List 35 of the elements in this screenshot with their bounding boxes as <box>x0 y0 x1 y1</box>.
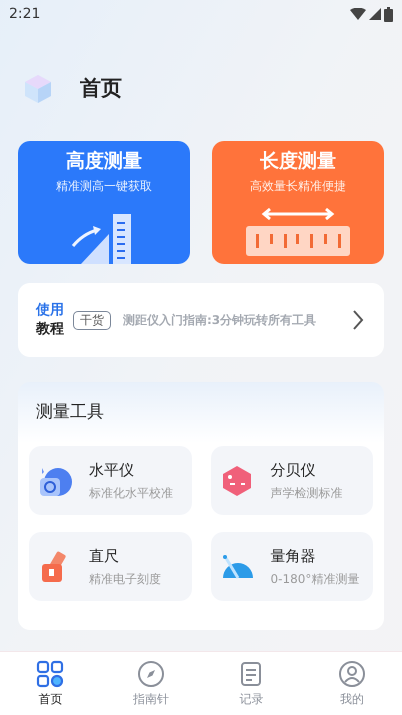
wifi-icon <box>350 8 366 20</box>
nav-tab[interactable]: 首页 <box>0 652 100 715</box>
card-title: 长度测量 <box>260 149 336 174</box>
tool-name: 直尺 <box>89 546 120 567</box>
page-title: 首页 <box>80 75 122 102</box>
ruler-icon <box>244 206 352 256</box>
tool-name: 分贝仪 <box>270 460 316 481</box>
tool-card[interactable]: 直尺 精准电子刻度 <box>29 532 192 601</box>
status-time: 2:21 <box>9 4 40 24</box>
tool-description: 声学检测标准 <box>270 485 342 502</box>
feature-card[interactable]: 高度测量 精准测高一键获取 <box>18 141 190 264</box>
signal-icon <box>369 8 381 20</box>
tool-card[interactable]: 水平仪 标准化水平校准 <box>29 446 192 515</box>
tool-card[interactable]: 量角器 0-180°精准测量 <box>210 532 373 601</box>
tutorial-card[interactable]: 使用 教程 干货 测距仪入门指南:3分钟玩转所有工具 <box>18 283 384 357</box>
tool-card[interactable]: 分贝仪 声学检测标准 <box>210 446 373 515</box>
tool-description: 标准化水平校准 <box>89 485 173 502</box>
tool-description: 精准电子刻度 <box>89 571 161 588</box>
chevron-right-icon <box>352 309 364 331</box>
cube-logo <box>24 74 52 104</box>
tutorial-label: 使用 <box>36 301 64 320</box>
section-title: 测量工具 <box>36 401 105 424</box>
tool-description: 0-180°精准测量 <box>270 571 360 588</box>
battery-icon <box>384 6 393 22</box>
compass-icon <box>136 660 165 688</box>
tool-name: 量角器 <box>270 546 316 567</box>
grid-icon <box>36 660 64 688</box>
card-subtitle: 精准测高一键获取 <box>56 178 152 195</box>
person-icon <box>338 660 366 688</box>
tag-label: 干货 <box>73 310 111 330</box>
card-subtitle: 高效量长精准便捷 <box>250 178 346 195</box>
card-title: 高度测量 <box>66 149 142 174</box>
tool-name: 水平仪 <box>89 460 135 481</box>
tutorial-label: 教程 <box>36 320 64 339</box>
tutorial-text: 测距仪入门指南:3分钟玩转所有工具 <box>123 312 318 328</box>
